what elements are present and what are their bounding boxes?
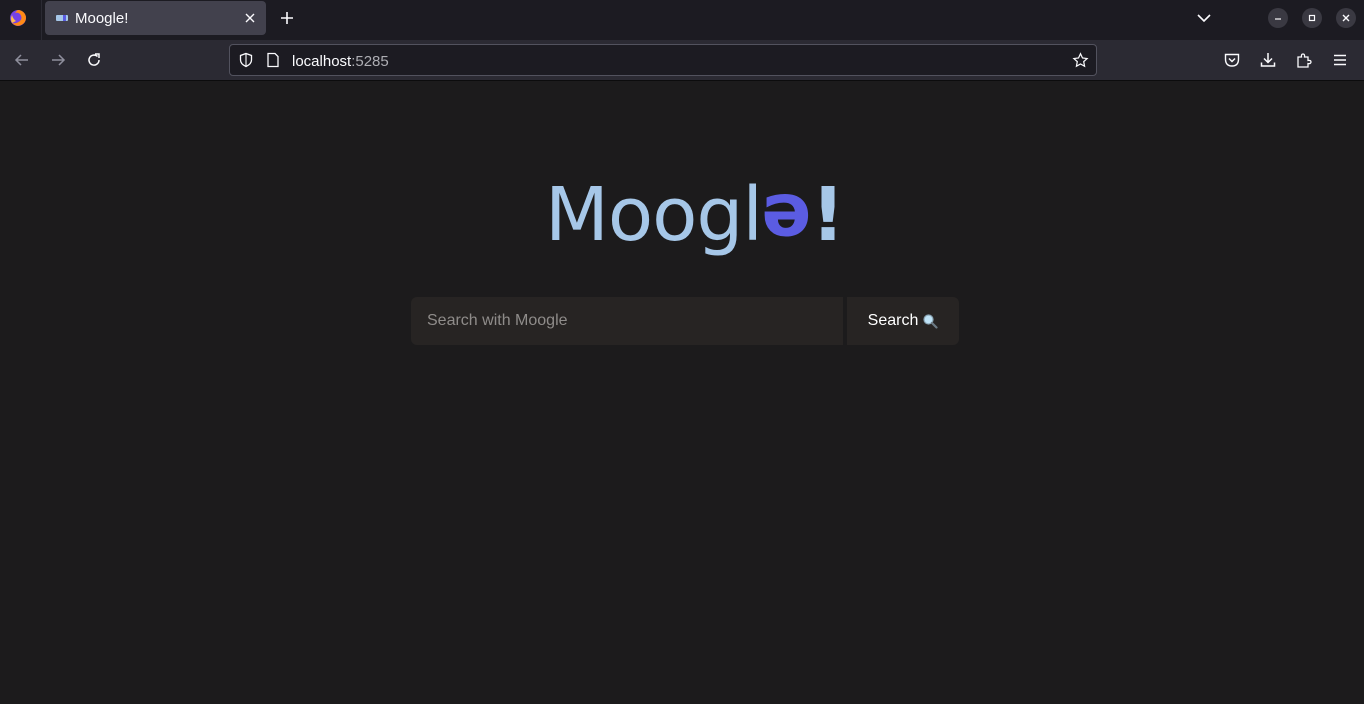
search-button[interactable]: Search [847, 297, 959, 345]
star-icon[interactable] [1072, 52, 1089, 69]
logo-flipped-letter: e [761, 177, 812, 263]
tab-active[interactable]: Moogle! [45, 1, 266, 35]
close-icon[interactable] [243, 11, 257, 25]
close-window-button[interactable] [1336, 8, 1356, 28]
tab-strip: Moogle! [0, 0, 1364, 40]
url-port: :5285 [351, 53, 389, 70]
chevron-down-icon[interactable] [1195, 10, 1213, 26]
firefox-logo-icon[interactable] [9, 9, 27, 27]
plus-icon[interactable] [278, 9, 296, 27]
download-icon[interactable] [1259, 51, 1277, 69]
search-input[interactable] [411, 297, 843, 345]
restore-icon [1308, 14, 1316, 22]
shield-icon[interactable] [238, 52, 254, 68]
page-content: Moogle! Search [0, 82, 1364, 704]
address-bar[interactable]: localhost:5285 [229, 44, 1097, 76]
logo-main-text: Moogl [545, 172, 763, 258]
logo-exclamation: ! [811, 172, 845, 258]
page-icon[interactable] [266, 52, 280, 68]
url-text[interactable]: localhost:5285 [292, 53, 389, 70]
restore-button[interactable] [1302, 8, 1322, 28]
close-icon [1342, 14, 1350, 22]
moogle-logo: Moogle! [545, 170, 845, 263]
puzzle-icon[interactable] [1295, 51, 1313, 69]
tab-title: Moogle! [75, 10, 129, 27]
url-host: localhost [292, 53, 352, 70]
arrow-left-icon[interactable] [13, 51, 31, 69]
search-button-label: Search [867, 312, 919, 329]
minimize-icon [1275, 18, 1281, 20]
moogle-favicon [56, 15, 68, 21]
navigation-bar: localhost:5285 [0, 40, 1364, 81]
pocket-icon[interactable] [1223, 51, 1241, 69]
arrow-right-icon[interactable] [49, 51, 67, 69]
tab-separator [41, 0, 42, 40]
magnifier-icon [923, 314, 938, 329]
minimize-button[interactable] [1268, 8, 1288, 28]
reload-icon[interactable] [85, 51, 103, 69]
hamburger-menu-icon[interactable] [1331, 51, 1349, 69]
